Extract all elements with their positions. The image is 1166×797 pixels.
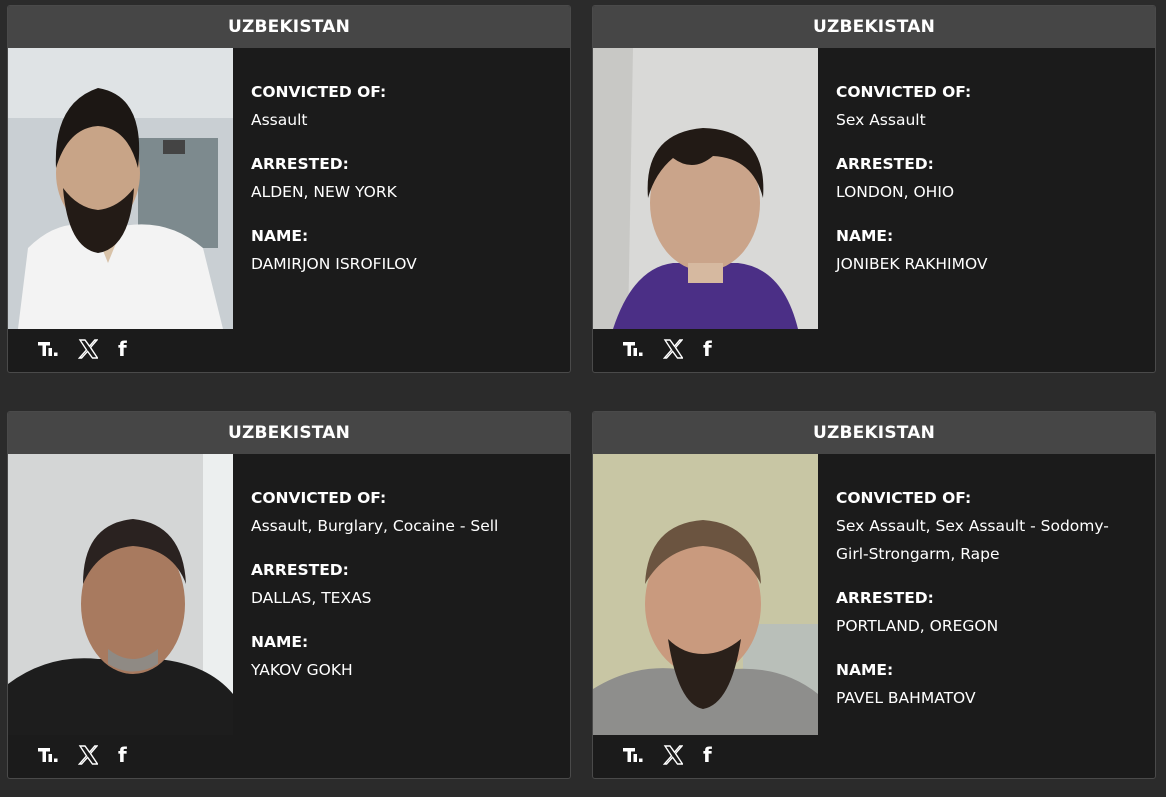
facebook-icon[interactable]: f <box>703 339 712 359</box>
arrested-label: ARRESTED: <box>836 155 934 173</box>
facebook-icon[interactable]: f <box>703 745 712 765</box>
x-icon[interactable] <box>78 339 98 359</box>
name-value: PAVEL BAHMATOV <box>836 689 976 707</box>
name-value: DAMIRJON ISROFILOV <box>251 255 417 273</box>
convicted-value: Sex Assault <box>836 111 926 129</box>
truth-social-icon[interactable] <box>38 746 58 764</box>
name-label: NAME: <box>251 227 309 245</box>
share-bar: f <box>38 336 127 362</box>
mugshot-photo <box>8 454 233 735</box>
mugshot-photo <box>593 454 818 735</box>
convicted-value: Sex Assault, Sex Assault - Sodomy-Girl-S… <box>836 517 1109 563</box>
card-country-header: UZBEKISTAN <box>593 6 1155 48</box>
share-bar: f <box>38 742 127 768</box>
mugshot-card: UZBEKISTAN CONVICTED OF: Assault ARRESTE… <box>7 5 571 373</box>
arrested-value: LONDON, OHIO <box>836 183 955 201</box>
name-value: JONIBEK RAKHIMOV <box>836 255 988 273</box>
truth-social-icon[interactable] <box>38 340 58 358</box>
facebook-icon[interactable]: f <box>118 745 127 765</box>
arrested-value: DALLAS, TEXAS <box>251 589 372 607</box>
convicted-value: Assault <box>251 111 308 129</box>
arrested-label: ARRESTED: <box>251 561 349 579</box>
name-label: NAME: <box>836 227 894 245</box>
share-bar: f <box>623 336 712 362</box>
arrested-label: ARRESTED: <box>836 589 934 607</box>
mugshot-card: UZBEKISTAN CONVICTED OF: Sex Assault ARR… <box>592 5 1156 373</box>
arrested-label: ARRESTED: <box>251 155 349 173</box>
arrested-value: PORTLAND, OREGON <box>836 617 999 635</box>
card-country-header: UZBEKISTAN <box>593 412 1155 454</box>
mugshot-photo <box>8 48 233 329</box>
convicted-label: CONVICTED OF: <box>836 83 972 101</box>
convicted-label: CONVICTED OF: <box>836 489 972 507</box>
card-country-header: UZBEKISTAN <box>8 6 570 48</box>
truth-social-icon[interactable] <box>623 340 643 358</box>
mugshot-photo <box>593 48 818 329</box>
mugshot-card: UZBEKISTAN CONVICTED OF: Sex Assault, Se… <box>592 411 1156 779</box>
name-value: YAKOV GOKH <box>251 661 353 679</box>
name-label: NAME: <box>836 661 894 679</box>
share-bar: f <box>623 742 712 768</box>
convicted-value: Assault, Burglary, Cocaine - Sell <box>251 517 499 535</box>
name-label: NAME: <box>251 633 309 651</box>
x-icon[interactable] <box>663 745 683 765</box>
x-icon[interactable] <box>663 339 683 359</box>
mugshot-card: UZBEKISTAN CONVICTED OF: Assault, Burgla… <box>7 411 571 779</box>
convicted-label: CONVICTED OF: <box>251 83 387 101</box>
facebook-icon[interactable]: f <box>118 339 127 359</box>
card-country-header: UZBEKISTAN <box>8 412 570 454</box>
arrested-value: ALDEN, NEW YORK <box>251 183 397 201</box>
x-icon[interactable] <box>78 745 98 765</box>
truth-social-icon[interactable] <box>623 746 643 764</box>
convicted-label: CONVICTED OF: <box>251 489 387 507</box>
